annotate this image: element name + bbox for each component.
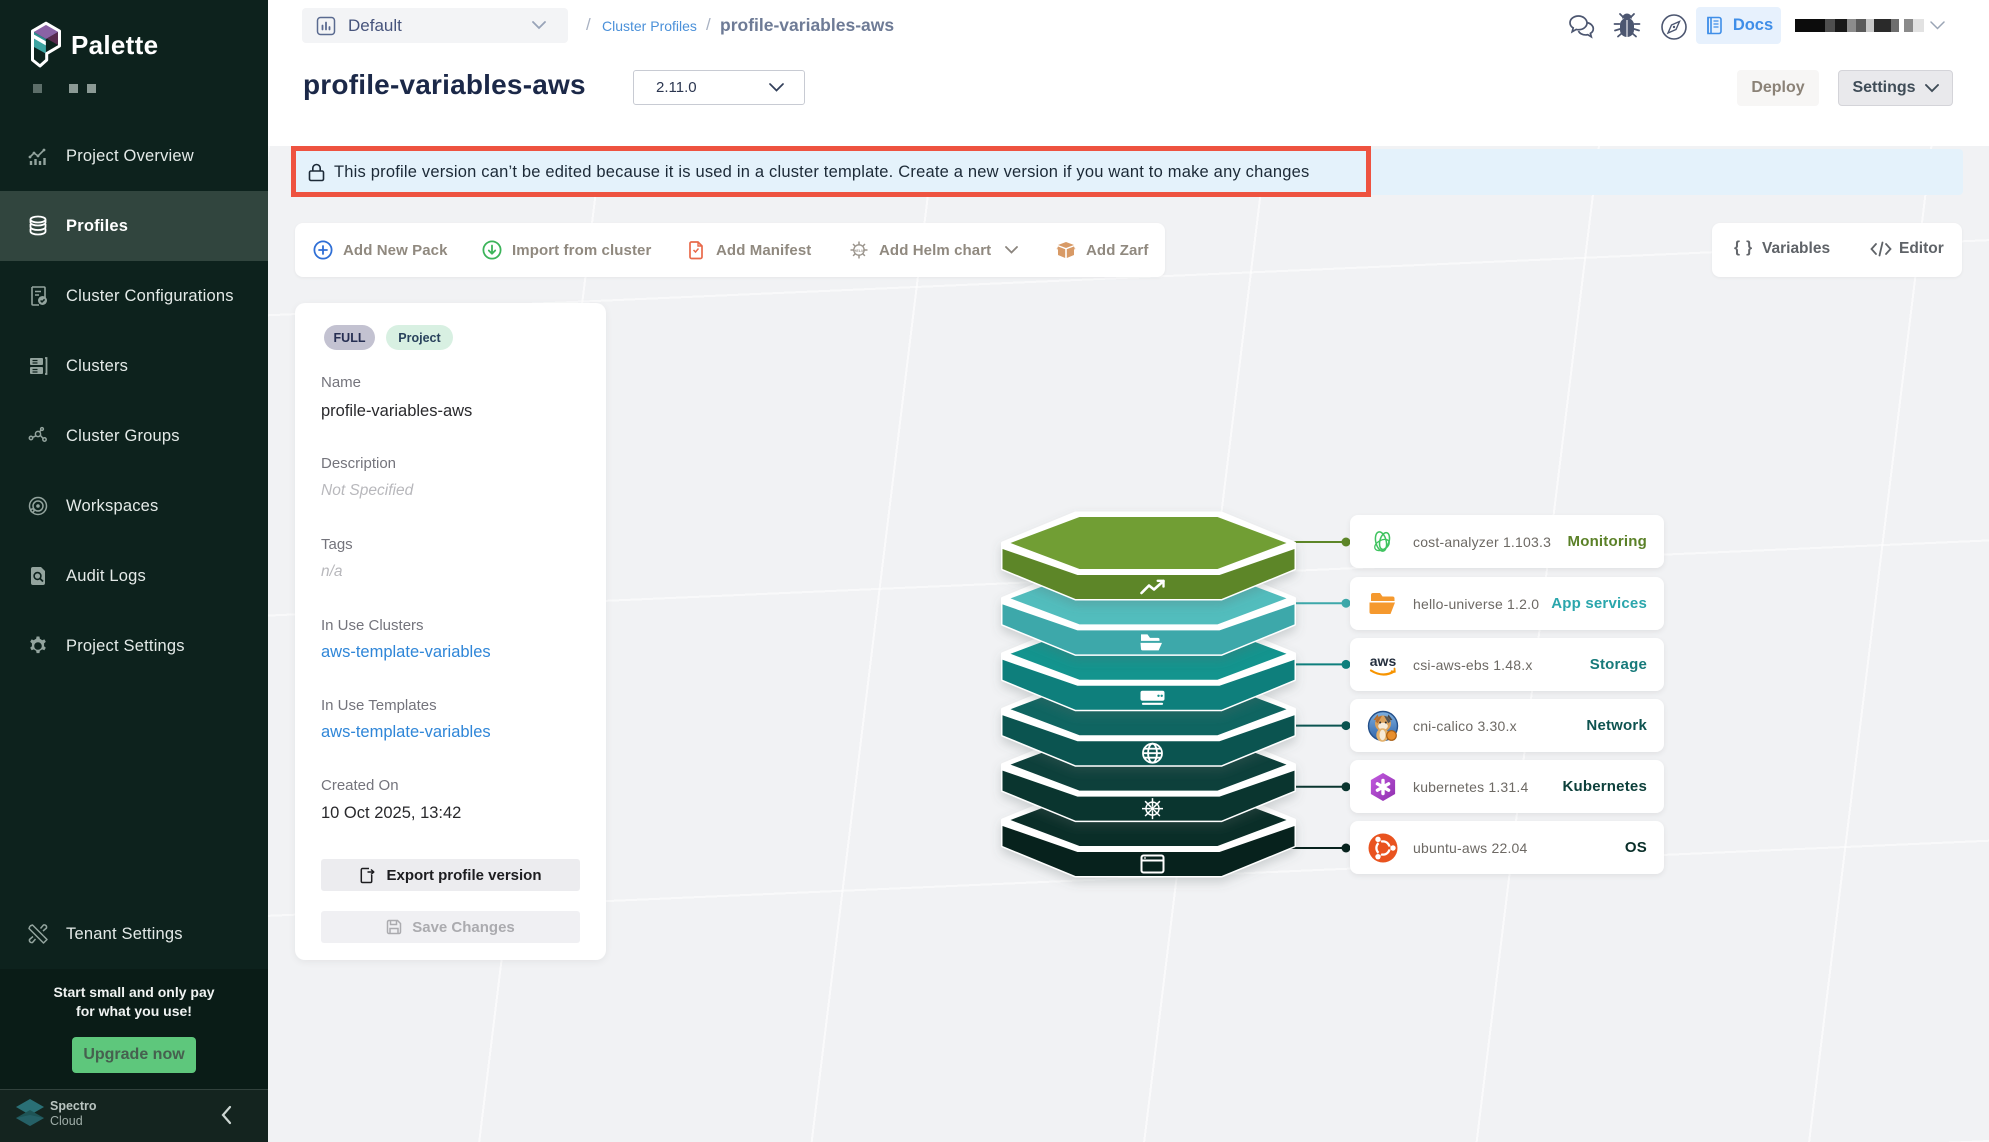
svg-text:aws: aws [1370, 653, 1397, 669]
